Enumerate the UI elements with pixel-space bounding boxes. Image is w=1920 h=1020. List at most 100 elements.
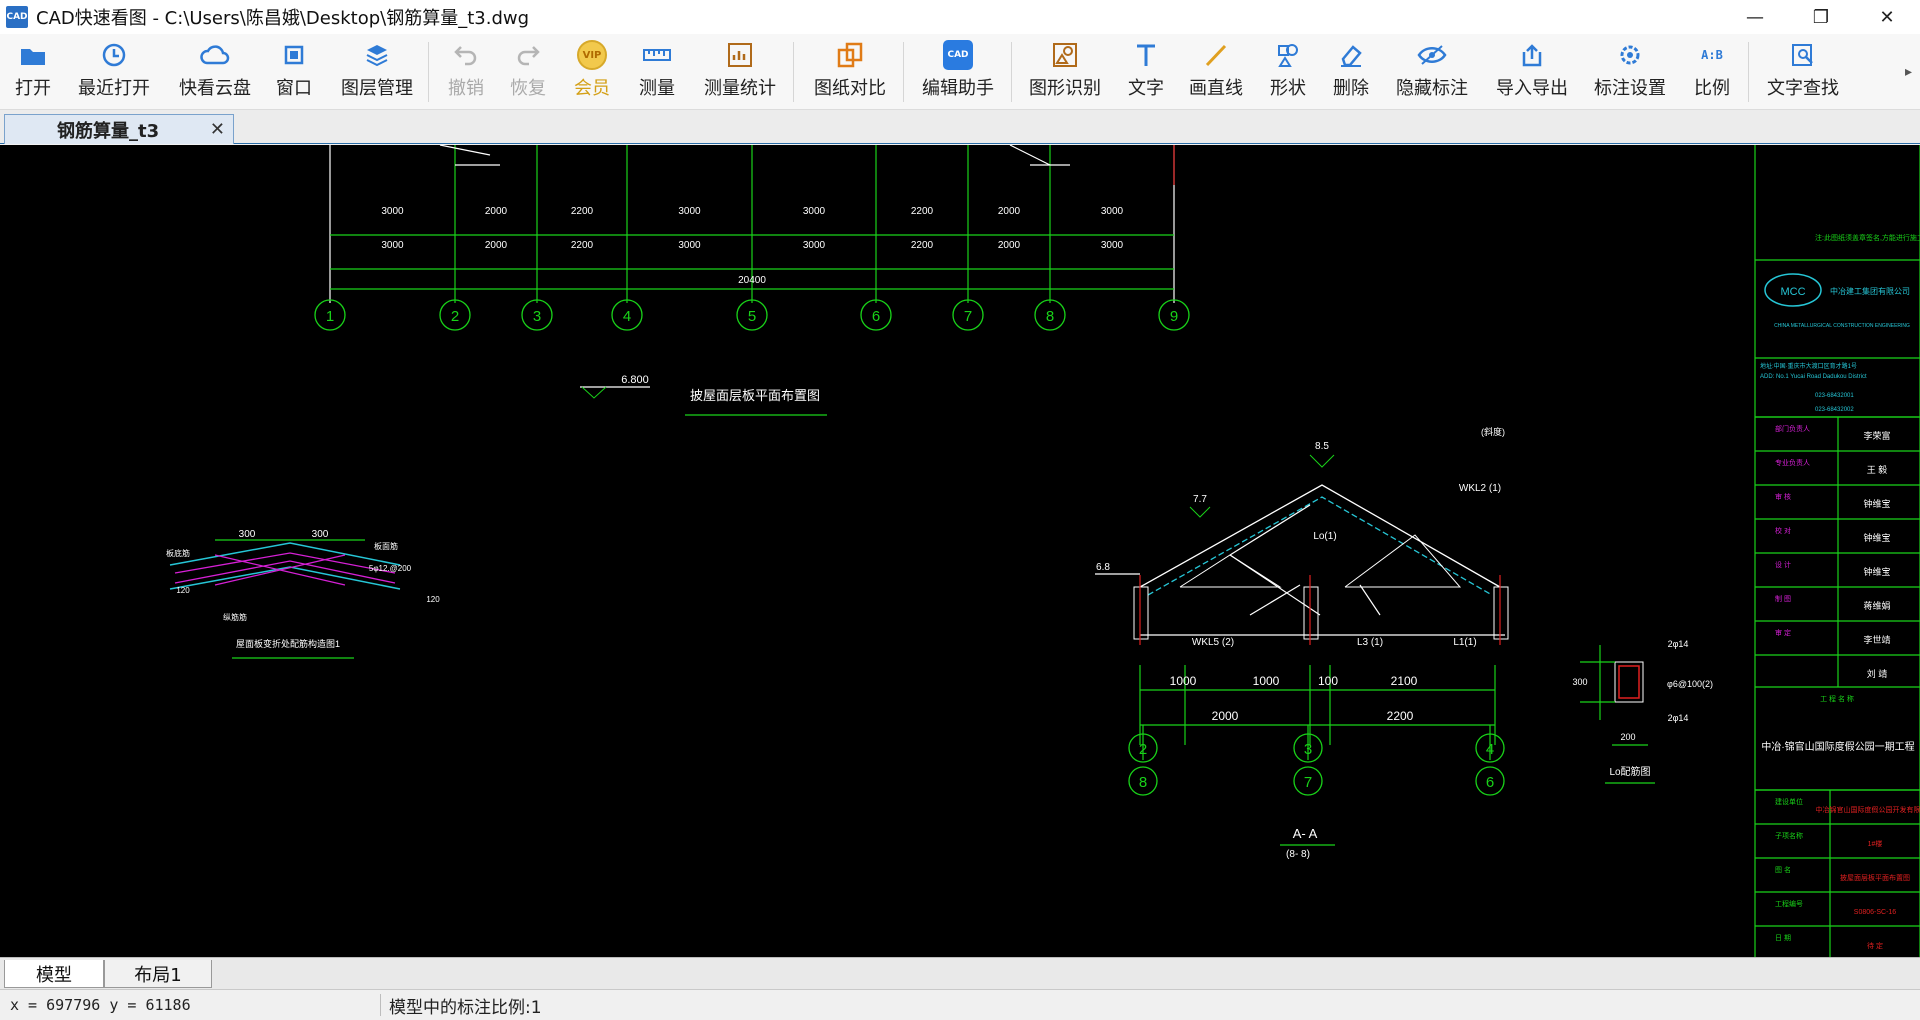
detail-label: 120 [176,586,190,595]
edit-assistant-button[interactable]: CAD 编辑助手 [918,40,998,104]
drawing-canvas[interactable]: 1 2 3 4 5 6 7 8 9 3000 3000 2000 2000 2200 2200 3000 300… [0,145,1920,957]
measure-stats-icon [725,40,755,70]
signer-name: 王 毅 [1867,464,1888,475]
restore-button[interactable]: ❐ [1788,0,1854,34]
import-export-icon [1517,40,1547,70]
layers-icon [362,40,392,70]
document-tab-bar: 钢筋算量_t3 ✕ [0,110,1920,144]
ruler-icon [642,40,672,70]
company-name-en: CHINA METALLURGICAL CONSTRUCTION ENGINEE… [1774,323,1910,329]
redo-button[interactable]: 恢复 [506,40,550,104]
detail-dim-text: 300 [312,529,329,540]
vip-button[interactable]: VIP 会员 [570,40,614,104]
window-controls: — ❐ ✕ [1722,0,1920,34]
detail-title: 屋面板变折处配筋构造图1 [236,638,340,649]
toolbar-separator [428,42,429,102]
app-logo-icon: CAD [6,6,28,28]
section-elevation: 6.8 [1096,562,1110,573]
elevation-text: 6.800 [621,374,649,386]
axis-number: 9 [1170,308,1178,325]
role-label: 审 定 [1775,628,1791,637]
axis-number: 8 [1046,308,1054,325]
hide-annotation-label: 隐藏标注 [1396,78,1468,99]
company-logo-text: MCC [1780,286,1805,298]
signer-name: 刘 靖 [1867,668,1888,679]
lo-detail-title: Lo配筋图 [1609,765,1650,778]
text-label: 文字 [1128,78,1164,99]
tab-layout1[interactable]: 布局1 [104,960,212,988]
axis-number: 2 [1139,741,1147,758]
drawing-svg: 1 2 3 4 5 6 7 8 93000300020002000220022003000300… [166,145,1920,957]
section-dim-text: 2200 [1387,709,1414,723]
dimension-text: 3000 [803,206,826,217]
company-tel: 023-68432001 [1815,393,1854,399]
role-label: 设 计 [1775,560,1791,569]
close-button[interactable]: ✕ [1854,0,1920,34]
sheet-row-label: 建设单位 [1775,797,1803,806]
section-subtitle: (8- 8) [1286,849,1310,860]
toolbar-more-button[interactable]: ▸ [1905,64,1912,80]
toolbar-separator [1748,42,1749,102]
detail-label: 120 [426,595,440,604]
shape-recognition-icon [1050,40,1080,70]
open-button[interactable]: 打开 [8,40,58,104]
section-elevation: 7.7 [1193,494,1207,505]
tab-model[interactable]: 模型 [4,960,104,988]
axis-number: 3 [533,308,541,325]
project-label: 工 程 名 称 [1820,694,1854,703]
role-label: 审 核 [1775,492,1791,501]
annotation-settings-button[interactable]: 标注设置 [1590,40,1670,104]
recent-button[interactable]: 最近打开 [74,40,154,104]
text-button[interactable]: 文字 [1124,40,1168,104]
sheet-row-label: 日 期 [1775,934,1791,942]
minimize-button[interactable]: — [1722,0,1788,34]
draw-line-button[interactable]: 画直线 [1185,40,1247,104]
title-bar: CAD CAD快速看图 - C:\Users\陈昌娥\Desktop\钢筋算量_… [0,0,1920,34]
measure-label: 测量 [639,78,675,99]
column-section [1493,586,1509,640]
section-dim-text: 1000 [1170,674,1197,688]
elevation-triangle [581,386,607,399]
rebar-top [174,552,396,574]
text-icon [1131,40,1161,70]
company-address-en: ADD: No.1 Yucai Road Dadukou District [1760,374,1867,380]
dimension-text: 2000 [998,240,1021,251]
dimension-text: 2000 [485,206,508,217]
text-search-button[interactable]: 文字查找 [1763,40,1843,104]
delete-button[interactable]: 删除 [1329,40,1373,104]
folder-open-icon [18,40,48,70]
document-tab[interactable]: 钢筋算量_t3 ✕ [4,114,234,144]
document-tab-close-icon[interactable]: ✕ [210,119,225,140]
shapes-label: 形状 [1270,78,1306,99]
elevation-triangle [1309,454,1335,468]
vip-label: 会员 [574,78,610,99]
window-title: CAD快速看图 - C:\Users\陈昌娥\Desktop\钢筋算量_t3.d… [36,8,530,29]
shape-recognition-button[interactable]: 图形识别 [1025,40,1105,104]
scale-button[interactable]: A:B 比例 [1690,40,1734,104]
measure-stats-button[interactable]: 测量统计 [700,40,780,104]
shapes-icon [1273,40,1303,70]
cloud-button[interactable]: 快看云盘 [175,40,255,104]
beam-label: L1(1) [1453,637,1476,648]
undo-button[interactable]: 撤销 [444,40,488,104]
layer-manager-button[interactable]: 图层管理 [337,40,417,104]
import-export-button[interactable]: 导入导出 [1492,40,1572,104]
status-bar: x = 697796 y = 61186 模型中的标注比例:1 [0,989,1920,1020]
sheet-row-value: 披屋面层板平面布置图 [1840,873,1910,882]
compare-button[interactable]: 图纸对比 [810,40,890,104]
sheet-row-value: S0806-SC-16 [1854,909,1897,916]
dimension-text: 2200 [571,206,594,217]
window-button[interactable]: 窗口 [272,40,316,104]
dimension-text: 3000 [1101,206,1124,217]
hide-annotation-button[interactable]: 隐藏标注 [1392,40,1472,104]
layer-manager-label: 图层管理 [341,78,413,99]
compare-label: 图纸对比 [814,78,886,99]
axis-number: 1 [326,308,334,325]
column-section [1303,586,1319,640]
toolbar-separator [793,42,794,102]
shapes-button[interactable]: 形状 [1266,40,1310,104]
axis-number: 4 [1486,741,1494,758]
recent-label: 最近打开 [78,78,150,99]
detail-label: 板面筋 [374,541,398,551]
measure-button[interactable]: 测量 [635,40,679,104]
